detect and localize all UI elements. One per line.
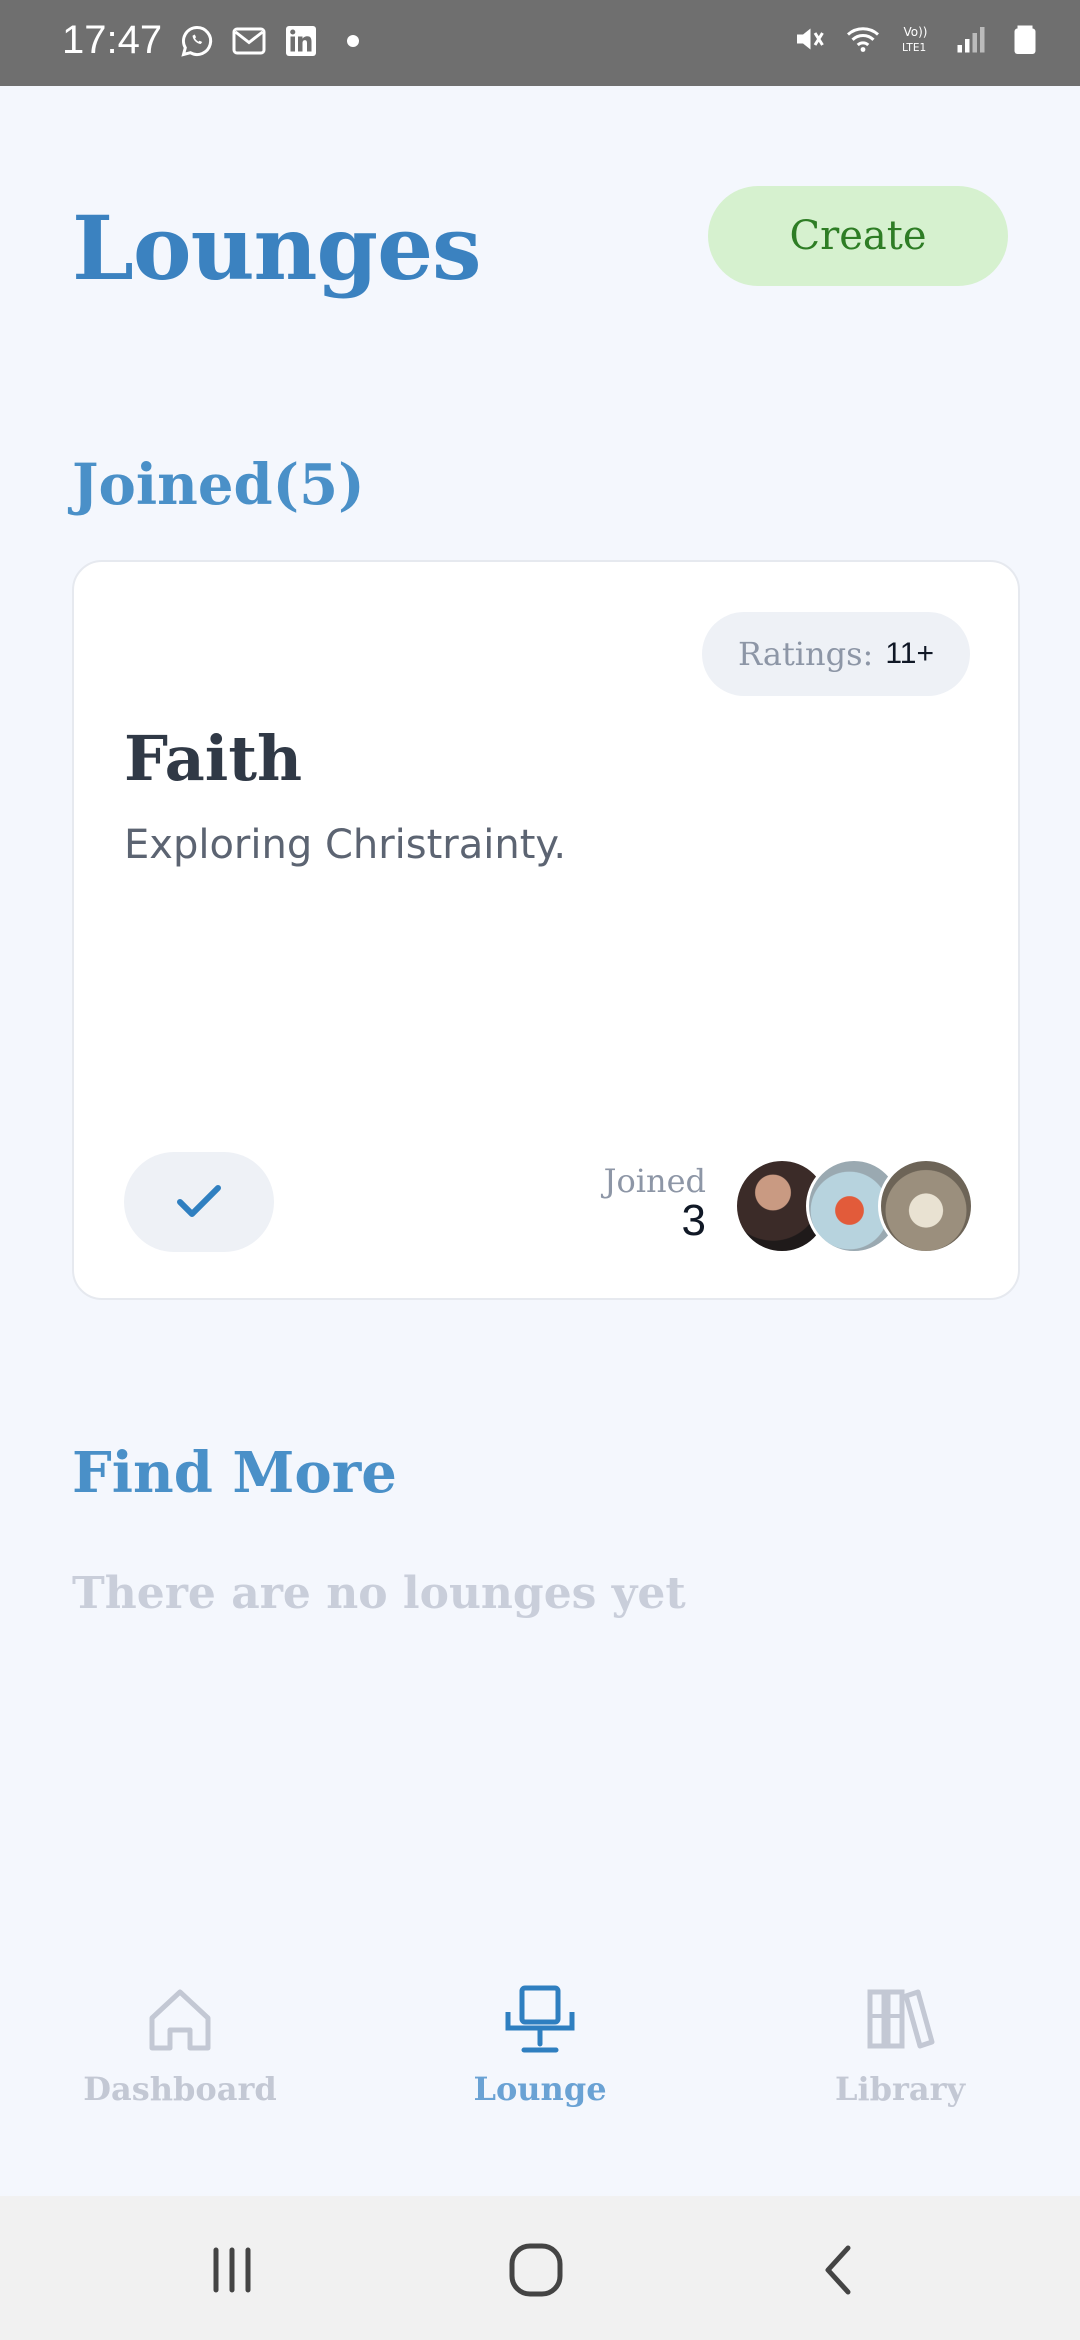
recent-apps-button[interactable] — [192, 2238, 272, 2302]
joined-label: Joined — [603, 1162, 706, 1200]
back-button[interactable] — [800, 2238, 880, 2302]
system-status-icons: Vo)) LTE1 — [790, 20, 1044, 58]
status-time: 17:47 — [62, 18, 163, 62]
library-books-icon — [867, 1989, 935, 2049]
lounge-description: Exploring Christrainty. — [124, 822, 567, 868]
svg-text:LTE1: LTE1 — [902, 42, 926, 54]
lounge-chair-icon — [505, 1985, 575, 2053]
recent-apps-icon — [213, 2247, 251, 2293]
nav-item-lounge[interactable]: Lounge — [390, 1980, 690, 2108]
ratings-label: Ratings: — [738, 635, 874, 673]
nav-item-dashboard[interactable]: Dashboard — [30, 1980, 330, 2108]
svg-text:Vo)): Vo)) — [904, 25, 928, 39]
battery-icon — [1006, 20, 1044, 58]
signal-icon — [952, 20, 990, 58]
lounge-name: Faith — [124, 722, 303, 795]
create-button[interactable]: Create — [708, 186, 1008, 286]
check-icon — [177, 1185, 221, 1217]
lounge-card[interactable]: Ratings: 11+ Faith Exploring Christraint… — [72, 560, 1020, 1300]
status-bar: 17:47 Vo)) LTE1 — [0, 0, 1080, 86]
linkedin-icon — [282, 22, 320, 60]
bottom-navigation: Dashboard Lounge Library — [0, 1980, 1080, 2190]
nav-label-lounge: Lounge — [473, 2070, 607, 2108]
avatar — [878, 1158, 974, 1254]
joined-count-block: Joined 3 — [604, 1162, 706, 1246]
wifi-icon — [844, 20, 882, 58]
whatsapp-icon — [178, 22, 216, 60]
home-circle-icon — [509, 2243, 563, 2297]
nav-item-library[interactable]: Library — [750, 1980, 1050, 2108]
system-navigation-bar — [0, 2196, 1080, 2340]
mute-icon — [790, 20, 828, 58]
joined-count: 3 — [681, 1196, 706, 1245]
ratings-value: 11+ — [885, 637, 934, 670]
notification-icons — [178, 22, 372, 60]
dot-icon — [334, 22, 372, 60]
home-icon — [149, 1989, 211, 2051]
page-title: Lounges — [72, 196, 482, 300]
find-more-title: Find More — [72, 1440, 397, 1506]
nav-label-dashboard: Dashboard — [83, 2070, 277, 2108]
back-chevron-icon — [825, 2245, 851, 2295]
joined-section-title: Joined(5) — [72, 452, 365, 518]
gmail-icon — [230, 22, 268, 60]
nav-label-library: Library — [834, 2070, 966, 2108]
home-button[interactable] — [496, 2238, 576, 2302]
ratings-badge: Ratings: 11+ — [702, 612, 970, 696]
volte-icon: Vo)) LTE1 — [898, 20, 936, 58]
joined-toggle-button[interactable] — [124, 1152, 274, 1252]
empty-lounges-message: There are no lounges yet — [72, 1568, 686, 1619]
member-avatars[interactable] — [734, 1158, 974, 1254]
